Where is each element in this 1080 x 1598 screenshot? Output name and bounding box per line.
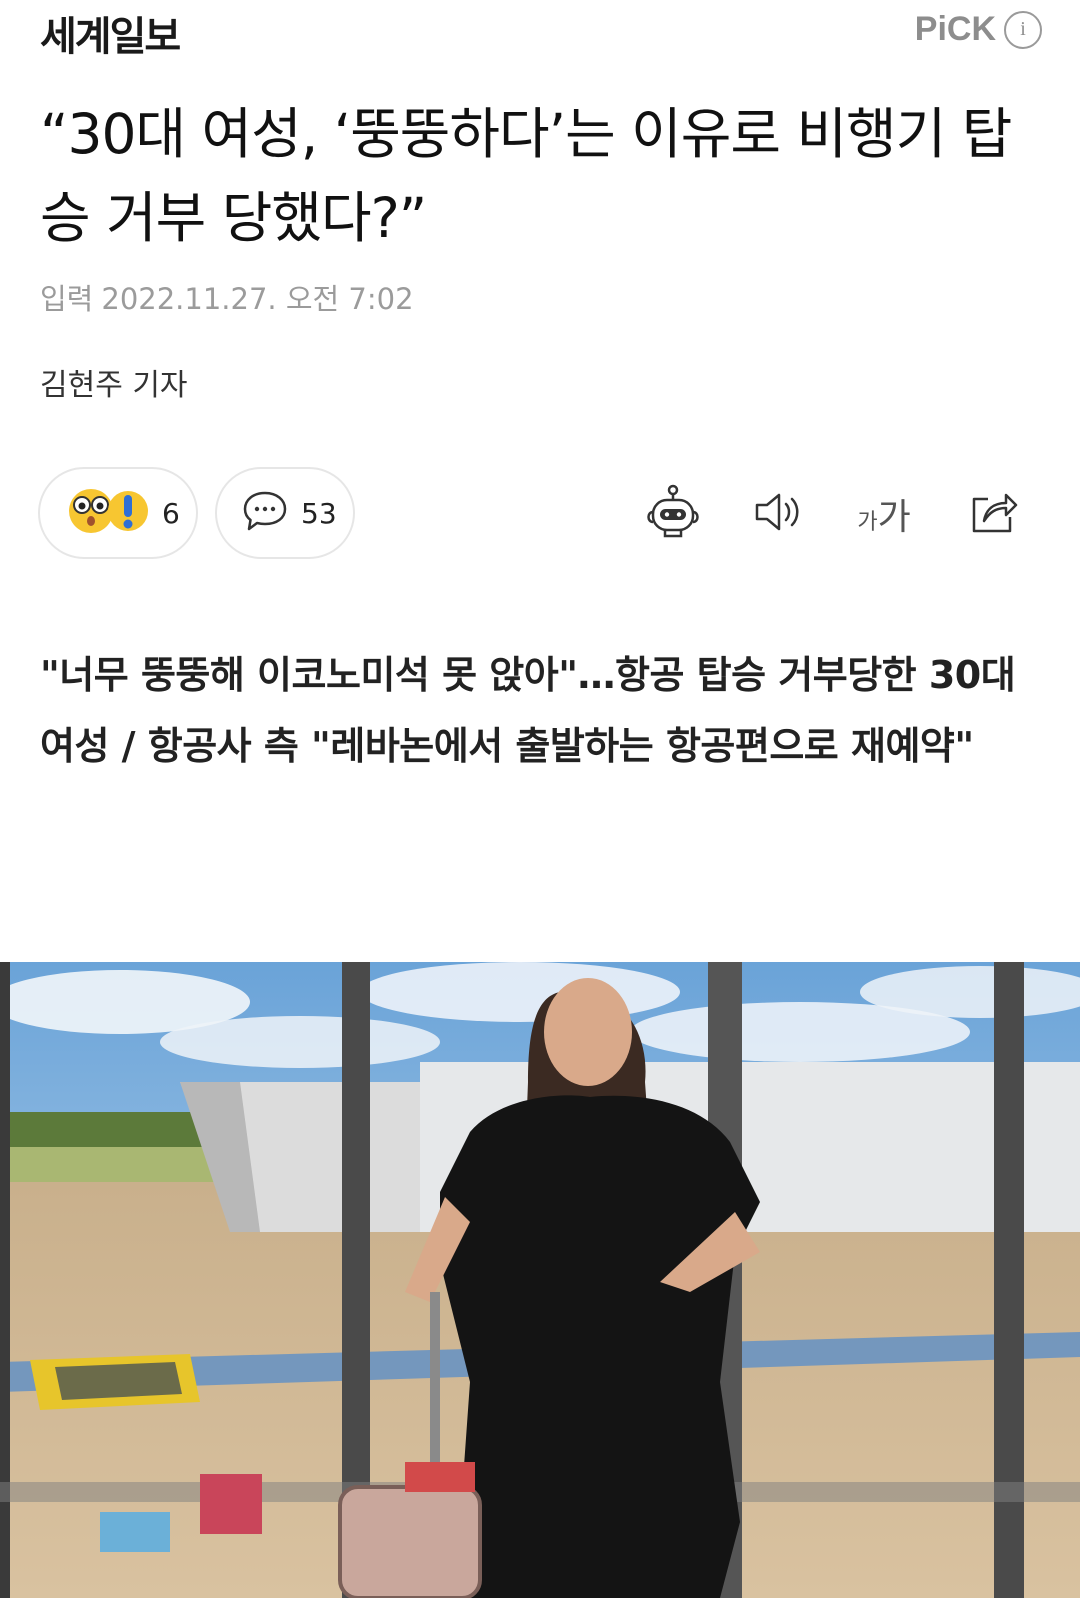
robot-summary-button[interactable]: [640, 478, 706, 550]
reaction-count: 6: [162, 496, 180, 530]
font-size-button[interactable]: 가가: [852, 478, 916, 550]
pick-label: PiCK: [914, 10, 996, 48]
header: 세계일보 PiCK i: [0, 0, 1080, 62]
read-aloud-button[interactable]: [748, 478, 808, 550]
publish-date: 입력 2022.11.27. 오전 7:02: [40, 276, 414, 318]
comment-count: 53: [301, 496, 337, 530]
share-icon: [966, 487, 1020, 541]
font-small-glyph: 가: [857, 510, 878, 535]
font-size-icon: 가가: [857, 488, 910, 540]
pick-badge[interactable]: PiCK i: [915, 10, 1042, 49]
robot-summary-icon: [643, 484, 703, 544]
author-name[interactable]: 김현주 기자: [40, 360, 188, 404]
speaker-icon: [751, 489, 805, 539]
date-label: 입력: [40, 282, 94, 316]
font-large-glyph: 가: [877, 497, 911, 538]
speech-bubble-icon: [241, 489, 289, 537]
share-button[interactable]: [962, 478, 1024, 550]
article-summary: "너무 뚱뚱해 이코노미석 못 앉아"…항공 탑승 거부당한 30대 여성 / …: [40, 653, 1016, 768]
info-icon[interactable]: i: [1004, 10, 1042, 49]
article-photo[interactable]: [0, 962, 1080, 1598]
article-headline: “30대 여성, ‘뚱뚱하다’는 이유로 비행기 탑승 거부 당했다?”: [40, 102, 1012, 250]
reaction-button[interactable]: 6: [38, 467, 198, 559]
date-value: 2022.11.27. 오전 7:02: [101, 282, 414, 316]
publisher-logo[interactable]: 세계일보: [40, 4, 181, 62]
surprised-emoji-icon: [66, 486, 150, 540]
comment-button[interactable]: 53: [215, 467, 355, 559]
